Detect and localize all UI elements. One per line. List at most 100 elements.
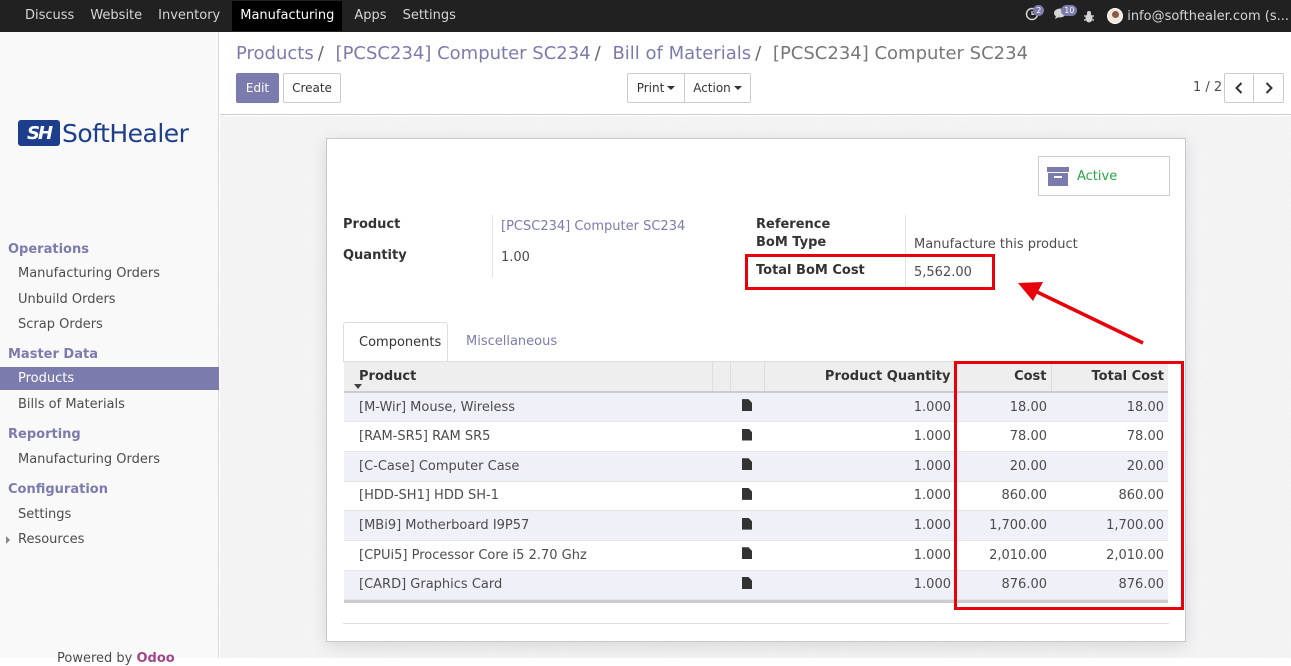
messages-badge: 10 <box>1061 5 1078 16</box>
messages-button[interactable]: 10 <box>1053 5 1078 25</box>
cell-attachment[interactable] <box>730 392 764 423</box>
product-label: Product <box>343 217 401 232</box>
file-icon <box>742 458 752 471</box>
bom-type-field[interactable]: Manufacture this product <box>914 237 1078 252</box>
sidebar-item-scrap-orders[interactable]: Scrap Orders <box>0 313 219 336</box>
control-panel: Products / [PCSC234] Computer SC234/ Bill… <box>220 32 1291 115</box>
print-label: Print <box>636 81 665 95</box>
cell-quantity[interactable]: 1.000 <box>764 451 955 482</box>
cell-quantity[interactable]: 1.000 <box>764 540 955 571</box>
cell-product[interactable]: [CPUi5] Processor Core i5 2.70 Ghz <box>344 540 712 571</box>
archive-icon <box>1047 165 1069 187</box>
cell-attachment[interactable] <box>730 481 764 512</box>
cell-quantity[interactable]: 1.000 <box>764 481 955 512</box>
cell-attachment[interactable] <box>730 451 764 482</box>
top-navbar: Discuss Website Inventory Manufacturing … <box>0 0 1291 32</box>
sidebar-item-reporting-manufacturing-orders[interactable]: Manufacturing Orders <box>0 448 219 471</box>
caret-right-icon <box>6 536 10 544</box>
cell-quantity[interactable]: 1.000 <box>764 510 955 541</box>
sidebar-item-products[interactable]: Products <box>0 367 219 390</box>
field-divider <box>492 215 493 277</box>
pager-next-button[interactable] <box>1253 73 1284 103</box>
sidebar-item-resources[interactable]: Resources <box>0 528 219 551</box>
print-dropdown[interactable]: Print <box>627 73 685 103</box>
create-button[interactable]: Create <box>283 73 341 103</box>
app-discuss[interactable]: Discuss <box>0 0 82 32</box>
breadcrumb-products[interactable]: Products <box>236 43 314 64</box>
cell-quantity[interactable]: 1.000 <box>764 392 955 423</box>
pager-value[interactable]: 1 / 2 <box>1193 80 1222 95</box>
logo-mark: SH <box>18 120 60 146</box>
sheet-divider <box>343 623 1169 624</box>
debug-button[interactable] <box>1083 10 1095 23</box>
breadcrumb-product[interactable]: [PCSC234] Computer SC234 <box>336 43 591 64</box>
sidebar-item-settings[interactable]: Settings <box>0 503 219 526</box>
product-field[interactable]: [PCSC234] Computer SC234 <box>501 219 685 234</box>
odoo-link[interactable]: Odoo <box>137 651 175 666</box>
file-icon <box>742 399 752 412</box>
edit-button[interactable]: Edit <box>236 73 279 103</box>
cell-attachment[interactable] <box>730 510 764 541</box>
cell-blank <box>712 392 730 423</box>
cell-product[interactable]: [MBi9] Motherboard I9P57 <box>344 510 712 541</box>
app-manufacturing[interactable]: Manufacturing <box>232 1 343 31</box>
powered-by: Powered by Odoo <box>57 651 175 666</box>
cell-product[interactable]: [M-Wir] Mouse, Wireless <box>344 392 712 423</box>
file-icon <box>742 547 752 560</box>
app-website[interactable]: Website <box>82 0 150 32</box>
sidebar-item-bills-of-materials[interactable]: Bills of Materials <box>0 393 219 416</box>
cell-product[interactable]: [RAM-SR5] RAM SR5 <box>344 421 712 452</box>
cell-attachment[interactable] <box>730 570 764 601</box>
sidebar-item-resources-label: Resources <box>18 532 85 547</box>
sidebar-item-manufacturing-orders[interactable]: Manufacturing Orders <box>0 262 219 285</box>
cell-quantity[interactable]: 1.000 <box>764 570 955 601</box>
quantity-field[interactable]: 1.00 <box>501 250 530 265</box>
breadcrumb: Products / [PCSC234] Computer SC234/ Bill… <box>236 43 1029 64</box>
cost-columns-highlight <box>954 361 1184 610</box>
bug-icon <box>1084 10 1095 22</box>
file-icon <box>742 428 752 441</box>
pager-previous-button[interactable] <box>1224 73 1254 103</box>
caret-down-icon <box>733 86 742 90</box>
systray: 2 10 info@softhealer.com (s... <box>1025 0 1291 32</box>
active-toggle-button[interactable]: Active <box>1038 156 1170 196</box>
cell-blank <box>712 510 730 541</box>
cell-attachment[interactable] <box>730 421 764 452</box>
column-product[interactable]: Product <box>344 362 712 393</box>
sidebar-section-configuration: Configuration <box>8 482 108 497</box>
quantity-label: Quantity <box>343 248 407 263</box>
activity-button[interactable]: 2 <box>1025 5 1045 25</box>
form-sheet: Active Product [PCSC234] Computer SC234 … <box>326 138 1186 642</box>
breadcrumb-bom[interactable]: Bill of Materials <box>612 43 751 64</box>
sidebar-section-reporting: Reporting <box>8 427 81 442</box>
cell-blank <box>712 451 730 482</box>
column-quantity[interactable]: Product Quantity <box>763 362 955 393</box>
app-inventory[interactable]: Inventory <box>150 0 228 32</box>
powered-by-text: Powered by <box>57 651 133 666</box>
file-icon <box>742 487 752 500</box>
cell-quantity[interactable]: 1.000 <box>764 421 955 452</box>
cell-product[interactable]: [C-Case] Computer Case <box>344 451 712 482</box>
app-settings[interactable]: Settings <box>395 0 464 32</box>
tab-components[interactable]: Components <box>343 322 448 362</box>
app-menu: Discuss Website Inventory Manufacturing … <box>0 0 464 32</box>
action-dropdown[interactable]: Action <box>684 73 751 103</box>
avatar[interactable] <box>1107 8 1124 24</box>
cell-attachment[interactable] <box>730 540 764 571</box>
cell-blank <box>712 421 730 452</box>
tab-miscellaneous[interactable]: Miscellaneous <box>451 322 572 362</box>
chevron-right-icon <box>1265 82 1273 94</box>
file-icon <box>742 576 752 589</box>
cell-blank <box>712 481 730 512</box>
action-label: Action <box>693 81 731 95</box>
user-menu[interactable]: info@softhealer.com (s... <box>1127 9 1289 24</box>
app-apps[interactable]: Apps <box>346 0 394 32</box>
cell-product[interactable]: [HDD-SH1] HDD SH-1 <box>344 481 712 512</box>
cell-product[interactable]: [CARD] Graphics Card <box>344 570 712 601</box>
column-blank <box>711 362 730 393</box>
form-view: Active Product [PCSC234] Computer SC234 … <box>220 116 1291 658</box>
company-logo: SH SoftHealer <box>18 115 203 151</box>
activity-badge: 2 <box>1033 5 1045 16</box>
sidebar: SH SoftHealer Operations Manufacturing O… <box>0 32 219 666</box>
sidebar-item-unbuild-orders[interactable]: Unbuild Orders <box>0 288 219 311</box>
